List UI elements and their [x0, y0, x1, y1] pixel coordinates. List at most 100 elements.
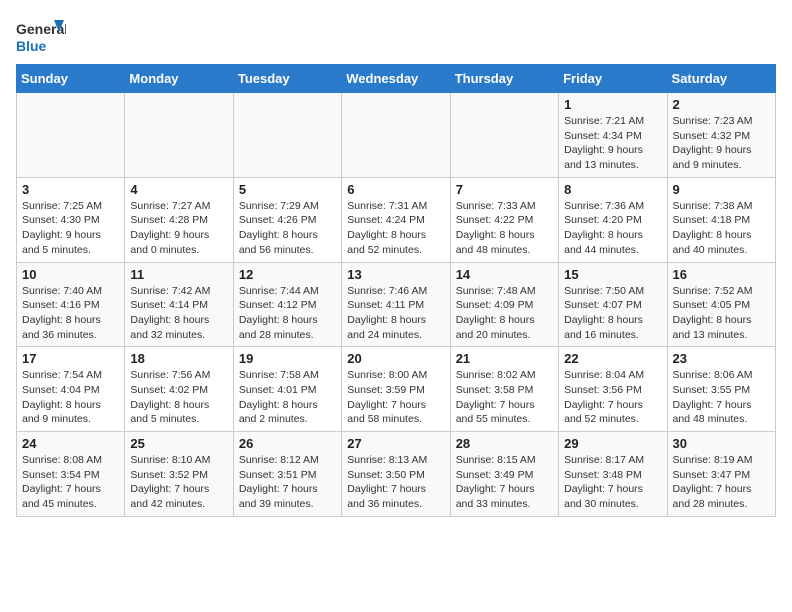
calendar-week-row: 17 Sunrise: 7:54 AM Sunset: 4:04 PM Dayli… — [17, 347, 776, 432]
calendar-cell: 20Sunrise: 8:00 AM Sunset: 3:59 PM Dayli… — [342, 347, 450, 432]
calendar-week-row: 3Sunrise: 7:25 AM Sunset: 4:30 PM Daylig… — [17, 177, 776, 262]
day-info: Sunrise: 8:06 AM Sunset: 3:55 PM Dayligh… — [673, 368, 770, 427]
day-info: Sunrise: 7:27 AM Sunset: 4:28 PM Dayligh… — [130, 199, 227, 258]
calendar-header-row: SundayMondayTuesdayWednesdayThursdayFrid… — [17, 65, 776, 93]
day-info: Sunrise: 7:58 AM Sunset: 4:01 PM Dayligh… — [239, 368, 336, 427]
day-info: Sunrise: 7:25 AM Sunset: 4:30 PM Dayligh… — [22, 199, 119, 258]
day-info: Sunrise: 7:23 AM Sunset: 4:32 PM Dayligh… — [673, 114, 770, 173]
day-info: Sunrise: 7:52 AM Sunset: 4:05 PM Dayligh… — [673, 284, 770, 343]
day-number: 15 — [564, 267, 661, 282]
day-info: Sunrise: 7:56 AM Sunset: 4:02 PM Dayligh… — [130, 368, 227, 427]
calendar-cell: 18 Sunrise: 7:56 AM Sunset: 4:02 PM Dayli… — [125, 347, 233, 432]
calendar-cell: 17 Sunrise: 7:54 AM Sunset: 4:04 PM Dayli… — [17, 347, 125, 432]
calendar-cell: 9Sunrise: 7:38 AM Sunset: 4:18 PM Daylig… — [667, 177, 775, 262]
day-number: 14 — [456, 267, 553, 282]
calendar-table: SundayMondayTuesdayWednesdayThursdayFrid… — [16, 64, 776, 517]
day-info: Sunrise: 8:13 AM Sunset: 3:50 PM Dayligh… — [347, 453, 444, 512]
day-header-tuesday: Tuesday — [233, 65, 341, 93]
day-number: 22 — [564, 351, 661, 366]
day-info: Sunrise: 7:46 AM Sunset: 4:11 PM Dayligh… — [347, 284, 444, 343]
day-number: 24 — [22, 436, 119, 451]
calendar-cell: 2 Sunrise: 7:23 AM Sunset: 4:32 PM Daylig… — [667, 93, 775, 178]
calendar-cell: 25 Sunrise: 8:10 AM Sunset: 3:52 PM Dayli… — [125, 432, 233, 517]
calendar-week-row: 1 Sunrise: 7:21 AM Sunset: 4:34 PM Daylig… — [17, 93, 776, 178]
day-number: 26 — [239, 436, 336, 451]
day-number: 21 — [456, 351, 553, 366]
day-info: Sunrise: 8:04 AM Sunset: 3:56 PM Dayligh… — [564, 368, 661, 427]
calendar-cell: 3Sunrise: 7:25 AM Sunset: 4:30 PM Daylig… — [17, 177, 125, 262]
header: GeneralBlue — [16, 16, 776, 56]
day-info: Sunrise: 7:54 AM Sunset: 4:04 PM Dayligh… — [22, 368, 119, 427]
day-info: Sunrise: 8:19 AM Sunset: 3:47 PM Dayligh… — [673, 453, 770, 512]
calendar-cell: 15 Sunrise: 7:50 AM Sunset: 4:07 PM Dayli… — [559, 262, 667, 347]
day-info: Sunrise: 8:10 AM Sunset: 3:52 PM Dayligh… — [130, 453, 227, 512]
day-number: 2 — [673, 97, 770, 112]
calendar-cell — [17, 93, 125, 178]
calendar-cell — [233, 93, 341, 178]
calendar-cell: 7Sunrise: 7:33 AM Sunset: 4:22 PM Daylig… — [450, 177, 558, 262]
calendar-cell: 22 Sunrise: 8:04 AM Sunset: 3:56 PM Dayli… — [559, 347, 667, 432]
day-header-thursday: Thursday — [450, 65, 558, 93]
day-info: Sunrise: 7:38 AM Sunset: 4:18 PM Dayligh… — [673, 199, 770, 258]
calendar-cell — [450, 93, 558, 178]
calendar-cell: 21Sunrise: 8:02 AM Sunset: 3:58 PM Dayli… — [450, 347, 558, 432]
calendar-cell: 27 Sunrise: 8:13 AM Sunset: 3:50 PM Dayli… — [342, 432, 450, 517]
calendar-cell: 23 Sunrise: 8:06 AM Sunset: 3:55 PM Dayli… — [667, 347, 775, 432]
day-number: 27 — [347, 436, 444, 451]
calendar-cell — [125, 93, 233, 178]
day-info: Sunrise: 7:40 AM Sunset: 4:16 PM Dayligh… — [22, 284, 119, 343]
day-info: Sunrise: 7:21 AM Sunset: 4:34 PM Dayligh… — [564, 114, 661, 173]
day-info: Sunrise: 7:44 AM Sunset: 4:12 PM Dayligh… — [239, 284, 336, 343]
day-number: 25 — [130, 436, 227, 451]
day-number: 18 — [130, 351, 227, 366]
calendar-cell: 1 Sunrise: 7:21 AM Sunset: 4:34 PM Daylig… — [559, 93, 667, 178]
day-info: Sunrise: 8:12 AM Sunset: 3:51 PM Dayligh… — [239, 453, 336, 512]
day-info: Sunrise: 7:33 AM Sunset: 4:22 PM Dayligh… — [456, 199, 553, 258]
calendar-cell: 30 Sunrise: 8:19 AM Sunset: 3:47 PM Dayli… — [667, 432, 775, 517]
day-header-sunday: Sunday — [17, 65, 125, 93]
day-number: 29 — [564, 436, 661, 451]
calendar-cell: 29 Sunrise: 8:17 AM Sunset: 3:48 PM Dayli… — [559, 432, 667, 517]
svg-text:Blue: Blue — [16, 38, 47, 54]
calendar-cell: 19 Sunrise: 7:58 AM Sunset: 4:01 PM Dayli… — [233, 347, 341, 432]
day-header-monday: Monday — [125, 65, 233, 93]
day-number: 10 — [22, 267, 119, 282]
day-info: Sunrise: 7:29 AM Sunset: 4:26 PM Dayligh… — [239, 199, 336, 258]
day-number: 16 — [673, 267, 770, 282]
day-number: 19 — [239, 351, 336, 366]
day-info: Sunrise: 8:00 AM Sunset: 3:59 PM Dayligh… — [347, 368, 444, 427]
logo-svg: GeneralBlue — [16, 16, 66, 56]
day-header-wednesday: Wednesday — [342, 65, 450, 93]
calendar-cell: 13 Sunrise: 7:46 AM Sunset: 4:11 PM Dayli… — [342, 262, 450, 347]
day-number: 17 — [22, 351, 119, 366]
day-number: 13 — [347, 267, 444, 282]
day-info: Sunrise: 7:48 AM Sunset: 4:09 PM Dayligh… — [456, 284, 553, 343]
calendar-cell: 6 Sunrise: 7:31 AM Sunset: 4:24 PM Daylig… — [342, 177, 450, 262]
day-info: Sunrise: 8:17 AM Sunset: 3:48 PM Dayligh… — [564, 453, 661, 512]
calendar-cell: 12 Sunrise: 7:44 AM Sunset: 4:12 PM Dayli… — [233, 262, 341, 347]
day-info: Sunrise: 7:36 AM Sunset: 4:20 PM Dayligh… — [564, 199, 661, 258]
calendar-cell: 26 Sunrise: 8:12 AM Sunset: 3:51 PM Dayli… — [233, 432, 341, 517]
calendar-cell: 24 Sunrise: 8:08 AM Sunset: 3:54 PM Dayli… — [17, 432, 125, 517]
calendar-cell: 4Sunrise: 7:27 AM Sunset: 4:28 PM Daylig… — [125, 177, 233, 262]
calendar-cell: 28Sunrise: 8:15 AM Sunset: 3:49 PM Dayli… — [450, 432, 558, 517]
calendar-cell: 10 Sunrise: 7:40 AM Sunset: 4:16 PM Dayli… — [17, 262, 125, 347]
calendar-cell: 14 Sunrise: 7:48 AM Sunset: 4:09 PM Dayli… — [450, 262, 558, 347]
day-number: 1 — [564, 97, 661, 112]
calendar-cell — [342, 93, 450, 178]
day-number: 5 — [239, 182, 336, 197]
logo: GeneralBlue — [16, 16, 66, 56]
calendar-cell: 5 Sunrise: 7:29 AM Sunset: 4:26 PM Daylig… — [233, 177, 341, 262]
day-number: 23 — [673, 351, 770, 366]
calendar-week-row: 24 Sunrise: 8:08 AM Sunset: 3:54 PM Dayli… — [17, 432, 776, 517]
day-header-saturday: Saturday — [667, 65, 775, 93]
calendar-cell: 8 Sunrise: 7:36 AM Sunset: 4:20 PM Daylig… — [559, 177, 667, 262]
day-info: Sunrise: 8:08 AM Sunset: 3:54 PM Dayligh… — [22, 453, 119, 512]
day-number: 12 — [239, 267, 336, 282]
day-number: 30 — [673, 436, 770, 451]
day-number: 6 — [347, 182, 444, 197]
day-info: Sunrise: 7:31 AM Sunset: 4:24 PM Dayligh… — [347, 199, 444, 258]
calendar-cell: 16 Sunrise: 7:52 AM Sunset: 4:05 PM Dayli… — [667, 262, 775, 347]
day-number: 8 — [564, 182, 661, 197]
day-info: Sunrise: 7:50 AM Sunset: 4:07 PM Dayligh… — [564, 284, 661, 343]
